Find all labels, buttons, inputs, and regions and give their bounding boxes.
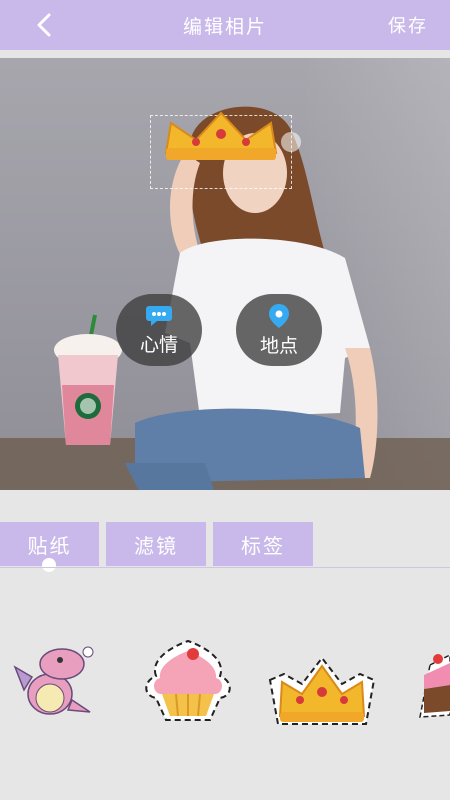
- mood-tag-button[interactable]: 心情: [116, 294, 202, 366]
- map-pin-icon: [269, 303, 289, 328]
- photo-canvas[interactable]: 心情 地点: [0, 58, 450, 490]
- dragon-sticker[interactable]: [10, 642, 100, 722]
- crown-sticker-on-photo[interactable]: [151, 108, 291, 168]
- crown-sticker[interactable]: [262, 652, 382, 732]
- rotate-handle[interactable]: [281, 132, 301, 152]
- cake-slice-sticker[interactable]: [418, 645, 450, 725]
- cupcake-sticker[interactable]: [138, 636, 238, 726]
- mood-tag-label: 心情: [139, 333, 178, 356]
- selected-sticker-frame[interactable]: [150, 111, 301, 189]
- tab-divider: [0, 567, 450, 568]
- save-button[interactable]: 保存: [388, 12, 428, 38]
- location-tag-button[interactable]: 地点: [236, 294, 322, 366]
- tab-labels[interactable]: 标签: [213, 522, 313, 566]
- tab-filters[interactable]: 滤镜: [106, 522, 206, 566]
- page-title: 编辑相片: [182, 16, 267, 38]
- active-tab-indicator: [42, 558, 56, 572]
- top-bar: 编辑相片 保存: [0, 0, 450, 50]
- location-tag-label: 地点: [259, 334, 298, 357]
- drink-sticker-on-photo[interactable]: [50, 310, 125, 450]
- chat-bubble-icon: [146, 305, 172, 326]
- editor-tabs: 贴纸 滤镜 标签: [0, 522, 450, 568]
